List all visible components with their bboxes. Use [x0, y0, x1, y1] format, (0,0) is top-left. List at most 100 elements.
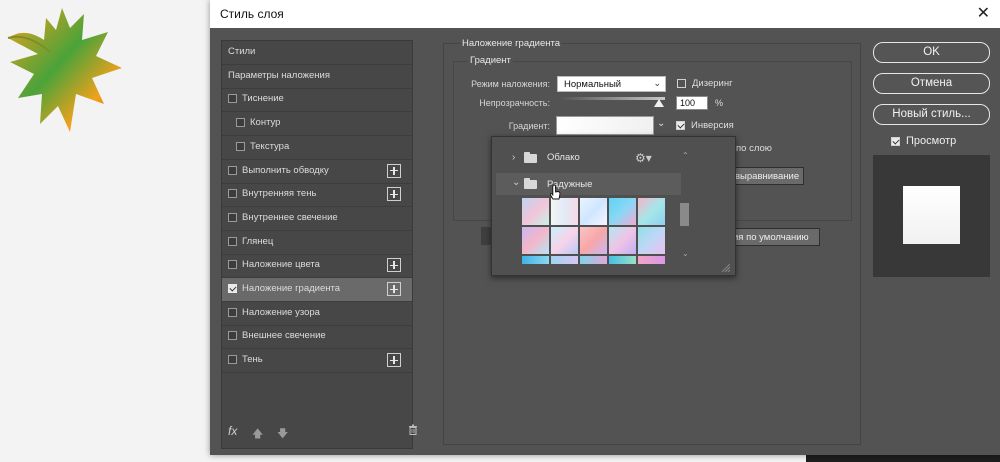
style-checkbox[interactable] — [236, 141, 245, 151]
popup-scrollbar-thumb[interactable] — [680, 203, 689, 226]
style-item[interactable]: Выполнить обводку — [222, 160, 412, 184]
hand-cursor-icon — [549, 184, 561, 200]
style-item[interactable]: Параметры наложения — [222, 65, 412, 89]
folder-icon — [524, 152, 537, 163]
folder-row-cloud[interactable]: › Облако — [496, 147, 681, 169]
add-effect-button[interactable] — [387, 163, 401, 178]
gradient-swatch[interactable] — [638, 256, 665, 264]
gradient-swatch[interactable] — [580, 227, 607, 254]
style-item-label: Внутреннее свечение — [242, 211, 338, 223]
style-item-label: Параметры наложения — [228, 69, 330, 81]
gradient-swatch[interactable] — [551, 198, 578, 225]
style-checkbox[interactable] — [228, 331, 237, 341]
style-item[interactable]: Внешнее свечение — [222, 325, 412, 350]
style-preview-swatch — [903, 186, 960, 244]
align-with-layer-label: по слою — [736, 143, 772, 154]
add-effect-button[interactable] — [387, 258, 401, 273]
style-item[interactable]: Глянец — [222, 231, 412, 255]
style-item-label: Наложение градиента — [242, 283, 341, 294]
scroll-up-icon[interactable]: ⌃ — [682, 151, 689, 160]
gradient-swatch[interactable] — [609, 227, 636, 254]
layer-style-dialog: Стиль слоя ✕ Стили Параметры наложения Тис… — [210, 0, 1000, 455]
style-item-label: Текстура — [250, 140, 290, 152]
cancel-button[interactable]: Отмена — [873, 73, 990, 94]
fx-button[interactable]: fx — [228, 424, 237, 438]
style-checkbox[interactable] — [228, 189, 237, 199]
arrow-down-icon[interactable]: 🡇 — [277, 425, 288, 444]
style-item[interactable]: Тень — [222, 349, 412, 374]
gradient-swatch[interactable] — [638, 198, 665, 225]
style-item[interactable]: Наложение узора — [222, 302, 412, 326]
opacity-label: Непрозрачность: — [479, 98, 550, 108]
style-item-label: Выполнить обводку — [242, 164, 329, 176]
gradient-swatch[interactable] — [580, 198, 607, 225]
style-item[interactable]: Стили — [222, 41, 412, 65]
opacity-slider-thumb[interactable] — [654, 99, 664, 107]
style-item-label: Тиснение — [242, 93, 284, 105]
reverse-label: Инверсия — [691, 120, 734, 131]
gradient-swatch[interactable] — [580, 256, 607, 264]
gear-icon[interactable]: ⚙▾ — [635, 151, 652, 165]
blend-mode-value: Нормальный — [564, 79, 622, 90]
maple-leaf-image — [7, 8, 122, 132]
style-checkbox[interactable] — [228, 94, 237, 104]
style-item[interactable]: Наложение цвета — [222, 254, 412, 279]
add-effect-button[interactable] — [387, 282, 401, 296]
dialog-titlebar: Стиль слоя ✕ — [210, 0, 1000, 28]
chevron-down-icon: ⌄ — [653, 78, 661, 88]
chevron-down-icon: ⌄ — [512, 177, 521, 188]
style-checkbox[interactable] — [228, 165, 237, 175]
gradient-swatch[interactable] — [551, 256, 578, 264]
style-item-label: Наложение узора — [242, 306, 320, 318]
gradient-swatch[interactable] — [638, 227, 665, 254]
style-item[interactable]: Контур — [222, 112, 412, 137]
scroll-down-icon[interactable]: ⌄ — [682, 249, 689, 258]
subgroup-title: Градиент — [468, 55, 513, 66]
folder-open-icon — [524, 178, 537, 189]
close-icon[interactable]: ✕ — [977, 3, 990, 23]
trash-icon[interactable] — [408, 424, 418, 435]
gradient-swatch[interactable] — [522, 198, 549, 225]
style-item[interactable]: Внутренняя тень — [222, 183, 412, 208]
style-checkbox[interactable] — [236, 118, 245, 128]
resize-grip-icon[interactable] — [720, 262, 730, 272]
arrow-up-icon[interactable]: 🡅 — [252, 425, 263, 444]
style-item[interactable]: Тиснение — [222, 88, 412, 113]
style-checkbox[interactable] — [228, 212, 237, 222]
style-item[interactable]: Текстура — [222, 136, 412, 160]
preview-checkbox[interactable] — [891, 137, 900, 146]
group-title: Наложение градиента — [460, 38, 563, 49]
chevron-down-icon[interactable]: ⌄ — [657, 118, 665, 129]
style-checkbox[interactable] — [228, 236, 237, 246]
opacity-input[interactable]: 100 — [676, 96, 708, 110]
dither-checkbox[interactable] — [677, 79, 686, 88]
style-item[interactable]: Наложение градиента — [222, 278, 412, 302]
style-checkbox[interactable] — [228, 355, 237, 365]
gradient-label: Градиент: — [508, 121, 550, 131]
blend-mode-select[interactable]: Нормальный ⌄ — [557, 76, 666, 92]
gradient-swatch[interactable] — [551, 227, 578, 254]
style-item-label: Глянец — [242, 235, 274, 247]
opacity-slider-track[interactable] — [561, 97, 665, 100]
gradient-preview-field[interactable] — [556, 116, 654, 135]
style-item[interactable]: Внутреннее свечение — [222, 207, 412, 231]
style-item-label: Внутренняя тень — [242, 188, 317, 200]
style-checkbox[interactable] — [228, 284, 237, 293]
gradient-swatch[interactable] — [609, 198, 636, 225]
add-effect-button[interactable] — [387, 187, 401, 202]
new-style-button[interactable]: Новый стиль... — [873, 104, 990, 125]
reset-alignment-label: выравнивание — [735, 171, 800, 182]
gradient-swatch[interactable] — [609, 256, 636, 264]
style-item-label: Наложение цвета — [242, 259, 320, 271]
gradient-swatch[interactable] — [522, 227, 549, 254]
add-effect-button[interactable] — [387, 353, 401, 368]
folder-row-rainbow[interactable]: ⌄ Радужные — [496, 173, 681, 195]
reverse-checkbox[interactable] — [676, 121, 685, 130]
style-checkbox[interactable] — [228, 260, 237, 270]
gradient-swatch-grid — [522, 198, 670, 264]
gradient-swatch[interactable] — [522, 256, 549, 264]
style-item-label: Контур — [250, 117, 281, 129]
folder-label: Облако — [547, 152, 580, 163]
style-checkbox[interactable] — [228, 307, 237, 317]
ok-button[interactable]: OK — [873, 42, 990, 63]
